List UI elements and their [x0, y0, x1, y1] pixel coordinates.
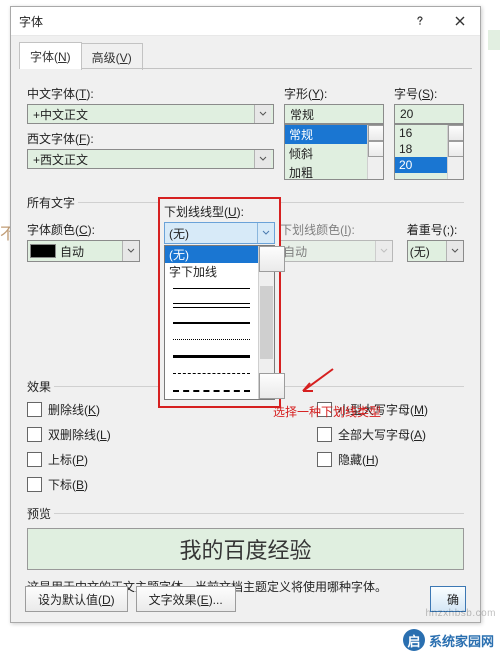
underline-color-value: 自动 — [283, 243, 375, 260]
scrollbar[interactable] — [447, 125, 463, 179]
color-swatch — [30, 244, 56, 258]
underline-option-dash[interactable] — [165, 365, 258, 382]
label-underline-color: 下划线颜色(I): — [280, 221, 393, 238]
font-color-combo[interactable]: 自动 — [27, 240, 140, 262]
label-cjk-font: 中文字体(T): — [27, 85, 274, 102]
preview-text: 我的百度经验 — [179, 533, 311, 565]
label-size: 字号(S): — [394, 85, 464, 102]
annotation-text: 选择一种下划线类型 — [273, 403, 381, 420]
label-latin-font: 西文字体(F): — [27, 130, 274, 147]
underline-option-double[interactable] — [165, 297, 258, 314]
chevron-down-icon — [257, 223, 274, 243]
style-listbox[interactable]: 常规 倾斜 加粗 — [284, 124, 384, 180]
underline-style-value: (无) — [165, 225, 257, 242]
scroll-up-icon[interactable] — [368, 125, 384, 141]
label-style: 字形(Y): — [284, 85, 384, 102]
underline-option-single[interactable] — [165, 280, 258, 297]
scroll-down-icon[interactable] — [259, 373, 285, 399]
underline-style-list: (无) 字下加线 — [164, 245, 275, 400]
style-value: 常规 — [287, 106, 381, 123]
tab-strip: 字体(N) 高级(V) — [11, 36, 480, 69]
help-button[interactable] — [400, 7, 440, 35]
checkbox-hidden[interactable]: 隐藏(H) — [317, 451, 428, 468]
set-default-button[interactable]: 设为默认值(D) — [25, 586, 128, 612]
tab-font[interactable]: 字体(N) — [19, 42, 82, 69]
emphasis-combo[interactable]: (无) — [407, 240, 464, 262]
dialog-title: 字体 — [19, 13, 43, 30]
text-effects-button[interactable]: 文字效果(E)... — [136, 586, 236, 612]
scroll-down-icon[interactable] — [368, 141, 384, 157]
group-preview: 预览 我的百度经验 这是用于中文的正文主题字体。当前文档主题定义将使用哪种字体。 — [27, 505, 464, 595]
font-color-value: 自动 — [60, 243, 122, 260]
size-listbox[interactable]: 16 18 20 — [394, 124, 464, 180]
background-app-strip — [488, 30, 500, 50]
scrollbar[interactable] — [367, 125, 383, 179]
ok-label: 确 — [447, 591, 459, 608]
logo-badge-icon: 启 — [403, 629, 425, 651]
watermark: hnzxhbsb.com — [426, 608, 496, 619]
checkbox-allcaps[interactable]: 全部大写字母(A) — [317, 426, 428, 443]
underline-option-dotted-heavy[interactable] — [165, 348, 258, 365]
underline-style-combo[interactable]: (无) — [164, 222, 275, 244]
label-underline-style: 下划线线型(U): — [164, 203, 275, 220]
chevron-down-icon — [122, 241, 139, 261]
tab-advanced[interactable]: 高级(V) — [81, 43, 143, 70]
underline-option-thick[interactable] — [165, 314, 258, 331]
style-input[interactable]: 常规 — [284, 104, 384, 124]
dialog-button-row: 设为默认值(D) 文字效果(E)... 确 — [11, 586, 480, 612]
chevron-down-icon — [254, 150, 271, 168]
checkbox-double-strike[interactable]: 双删除线(L) — [27, 426, 317, 443]
underline-style-highlight: 下划线线型(U): (无) (无) 字下加线 — [158, 197, 281, 408]
size-input[interactable]: 20 — [394, 104, 464, 124]
underline-color-combo: 自动 — [280, 240, 393, 262]
latin-font-combo[interactable]: +西文正文 — [27, 149, 274, 169]
annotation-arrow — [298, 367, 338, 397]
scroll-down-icon[interactable] — [448, 141, 464, 157]
size-value: 20 — [397, 107, 461, 121]
background-left-fragment: 不 — [0, 220, 10, 244]
preview-box: 我的百度经验 — [27, 528, 464, 570]
scroll-up-icon[interactable] — [259, 246, 285, 272]
underline-option-dotted[interactable] — [165, 331, 258, 348]
underline-option-none[interactable]: (无) — [165, 246, 258, 263]
scroll-thumb[interactable] — [260, 286, 273, 359]
chevron-down-icon — [446, 241, 463, 261]
site-name: 系统家园网 — [429, 631, 494, 650]
label-preview: 预览 — [27, 505, 54, 522]
latin-font-value: +西文正文 — [30, 151, 254, 168]
label-effects: 效果 — [27, 378, 54, 395]
checkbox-subscript[interactable]: 下标(B) — [27, 476, 317, 493]
chevron-down-icon — [375, 241, 392, 261]
scroll-up-icon[interactable] — [448, 125, 464, 141]
cjk-font-value: +中文正文 — [30, 106, 254, 123]
site-logo: 启 系统家园网 — [403, 629, 494, 651]
label-font-color: 字体颜色(C): — [27, 221, 140, 238]
cjk-font-combo[interactable]: +中文正文 — [27, 104, 274, 124]
underline-option-dash-heavy[interactable] — [165, 382, 258, 399]
close-button[interactable] — [440, 7, 480, 35]
emphasis-value: (无) — [410, 243, 446, 260]
titlebar: 字体 — [11, 7, 480, 36]
label-emphasis: 着重号(;): — [407, 221, 464, 238]
label-all-text: 所有文字 — [27, 194, 78, 211]
chevron-down-icon — [254, 105, 271, 123]
scrollbar[interactable] — [258, 246, 274, 399]
checkbox-superscript[interactable]: 上标(P) — [27, 451, 317, 468]
font-dialog: 字体 字体(N) 高级(V) 中文字体(T): +中文正文 — [10, 6, 481, 623]
underline-option-words[interactable]: 字下加线 — [165, 263, 258, 280]
